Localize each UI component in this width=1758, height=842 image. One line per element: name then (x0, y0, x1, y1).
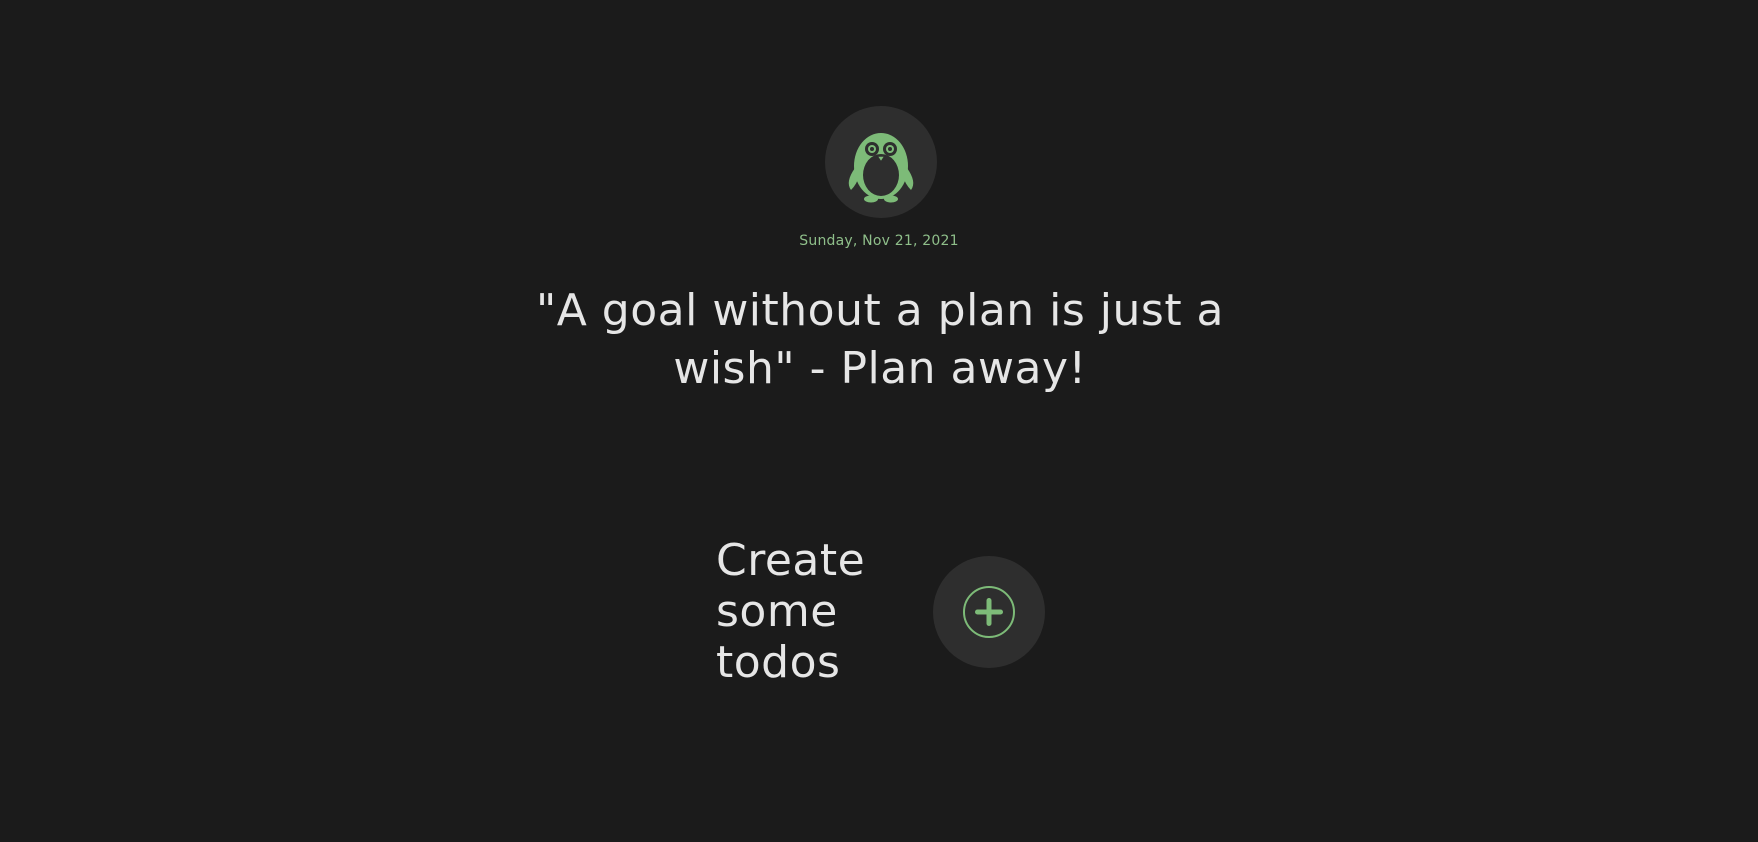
current-date: Sunday, Nov 21, 2021 (799, 233, 959, 249)
avatar (825, 106, 937, 218)
plus-circle-icon (963, 586, 1015, 638)
add-todo-button[interactable] (933, 556, 1045, 668)
motivational-quote: "A goal without a plan is just a wish" -… (535, 285, 1225, 394)
app-root: Sunday, Nov 21, 2021 "A goal without a p… (0, 0, 1758, 842)
penguin-icon (848, 133, 914, 203)
empty-state-message: Create some todos (716, 535, 866, 688)
